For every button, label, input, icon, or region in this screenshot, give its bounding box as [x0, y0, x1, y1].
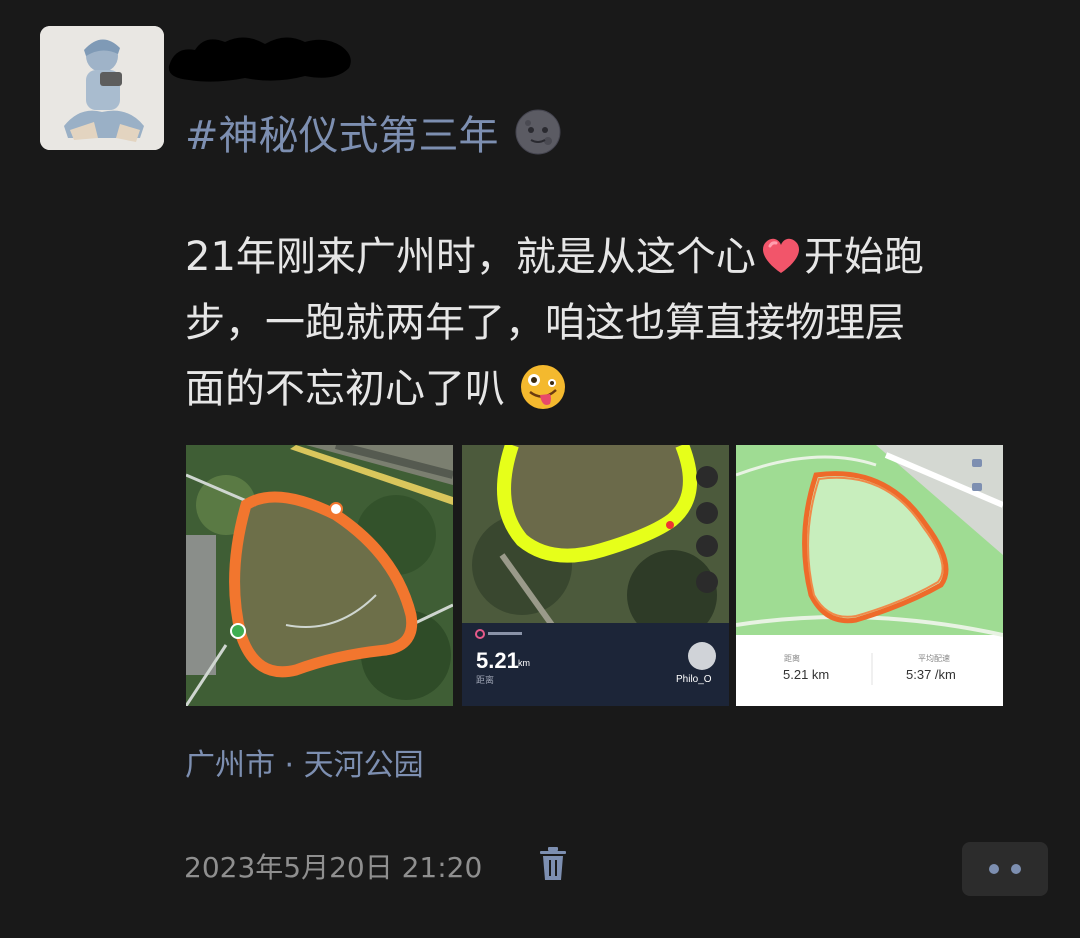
- post-timestamp: 2023年5月20日 21:20: [184, 851, 483, 884]
- photo-2-run-app[interactable]: 5.21 km 距离 Philo_O: [462, 445, 729, 706]
- hashtag-link[interactable]: #神秘仪式第三年: [185, 104, 561, 160]
- body-line-3-text: 面的不忘初心了叭: [185, 366, 505, 412]
- post-body-line-2: 步，一跑就两年了，咱这也算直接物理层: [185, 300, 905, 346]
- hashtag-text[interactable]: #神秘仪式第三年: [185, 103, 499, 161]
- photo-2-user-name: Philo_O: [676, 674, 712, 685]
- post-body-line-1: 21年刚来广州时，就是从这个心 开始跑: [185, 224, 1035, 290]
- photo-3-distance-label: 距离: [784, 653, 800, 663]
- new-moon-face-emoji: [515, 109, 561, 155]
- body-line-1-tail: 开始跑: [803, 234, 924, 280]
- moment-post: #神秘仪式第三年 21年刚来广州时，就是从这个心 开始跑 步，一跑就两年了，咱这也…: [0, 0, 1080, 938]
- trash-icon[interactable]: [537, 846, 569, 882]
- red-heart-emoji: [758, 232, 804, 278]
- location-link[interactable]: 广州市 · 天河公园: [185, 740, 424, 784]
- post-body: 21年刚来广州时，就是从这个心 开始跑 步，一跑就两年了，咱这也算直接物理层 面的…: [185, 224, 1035, 422]
- body-line-1-text: 21年刚来广州时，就是从这个心: [185, 234, 756, 280]
- redacted-username: [165, 26, 355, 86]
- post-body-line-3: 面的不忘初心了叭: [185, 356, 1035, 422]
- photo-1-map[interactable]: [186, 445, 453, 706]
- photo-3-distance-value: 5.21 km: [783, 667, 829, 682]
- photo-2-distance-unit: km: [518, 658, 530, 668]
- photo-2-distance-caption: 距离: [476, 674, 494, 686]
- photo-2-distance-value: 5.21: [476, 648, 519, 673]
- more-dots-icon[interactable]: [962, 842, 1048, 896]
- photo-3-pace-value: 5:37 /km: [906, 667, 956, 682]
- photo-3-pace-label: 平均配速: [918, 653, 950, 663]
- zany-face-emoji: [520, 364, 566, 410]
- more-dot-left: [989, 864, 999, 874]
- photo-3-summary[interactable]: 距离 5.21 km 平均配速 5:37 /km: [736, 445, 1003, 706]
- more-dot-right: [1011, 864, 1021, 874]
- avatar[interactable]: [40, 26, 164, 150]
